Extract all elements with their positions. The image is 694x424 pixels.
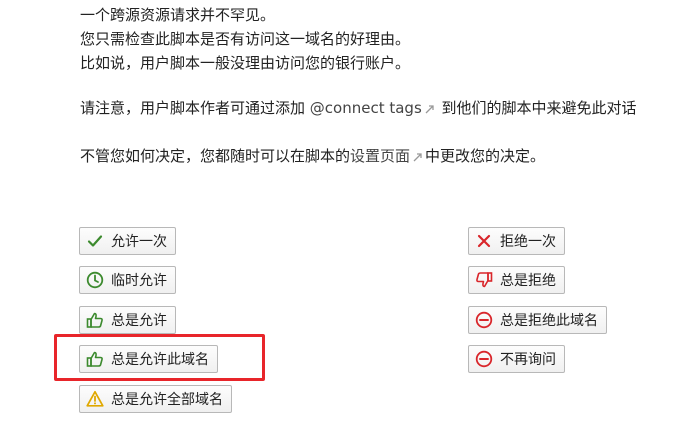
thumbs-up-icon <box>86 311 104 329</box>
always-deny-label: 总是拒绝 <box>500 273 556 289</box>
allow-temporarily-button[interactable]: 临时允许 <box>79 266 176 294</box>
connect-note-prefix: 请注意，用户脚本作者可通过添加 <box>80 99 310 117</box>
clock-icon <box>86 271 104 289</box>
always-deny-button[interactable]: 总是拒绝 <box>468 266 565 294</box>
always-allow-all-domains-button[interactable]: 总是允许全部域名 <box>79 385 232 413</box>
allow-temporarily-label: 临时允许 <box>111 273 167 289</box>
deny-once-label: 拒绝一次 <box>500 234 556 250</box>
explanation-line-1: 一个跨源资源请求并不罕见。 <box>80 6 276 24</box>
decision-note-prefix: 不管您如何决定，您都随时可以在脚本的 <box>80 147 351 165</box>
cross-icon <box>475 232 493 250</box>
explanation-line-2: 您只需检查此脚本是否有访问这一域名的好理由。 <box>80 30 411 48</box>
never-ask-label: 不再询问 <box>500 352 556 368</box>
always-allow-button[interactable]: 总是允许 <box>79 306 176 334</box>
connect-note: 请注意，用户脚本作者可通过添加 @connect tags 到他们的脚本中来避免… <box>80 97 637 119</box>
explanation-line-3: 比如说，用户脚本一般没理由访问您的银行账户。 <box>80 54 411 72</box>
external-link-icon <box>413 153 422 162</box>
thumbs-down-icon <box>475 271 493 289</box>
highlight-box <box>54 334 265 381</box>
warning-icon <box>86 390 104 408</box>
never-ask-button[interactable]: 不再询问 <box>468 345 565 373</box>
minus-circle-icon <box>475 350 493 368</box>
always-deny-domain-button[interactable]: 总是拒绝此域名 <box>468 306 607 334</box>
allow-once-label: 允许一次 <box>111 234 167 250</box>
settings-page-link[interactable]: 设置页面 <box>350 147 410 165</box>
deny-once-button[interactable]: 拒绝一次 <box>468 227 565 255</box>
decision-note-suffix: 中更改您的决定。 <box>425 147 546 165</box>
always-allow-all-domains-label: 总是允许全部域名 <box>111 392 223 408</box>
allow-once-button[interactable]: 允许一次 <box>79 227 176 255</box>
always-allow-label: 总是允许 <box>111 313 167 329</box>
connect-tags-link[interactable]: @connect tags <box>310 99 422 117</box>
minus-circle-icon <box>475 311 493 329</box>
check-icon <box>86 232 104 250</box>
connect-note-suffix: 到他们的脚本中来避免此对话 <box>436 99 637 117</box>
always-deny-domain-label: 总是拒绝此域名 <box>500 313 598 329</box>
external-link-icon <box>425 105 434 114</box>
decision-note: 不管您如何决定，您都随时可以在脚本的设置页面 中更改您的决定。 <box>80 145 545 167</box>
